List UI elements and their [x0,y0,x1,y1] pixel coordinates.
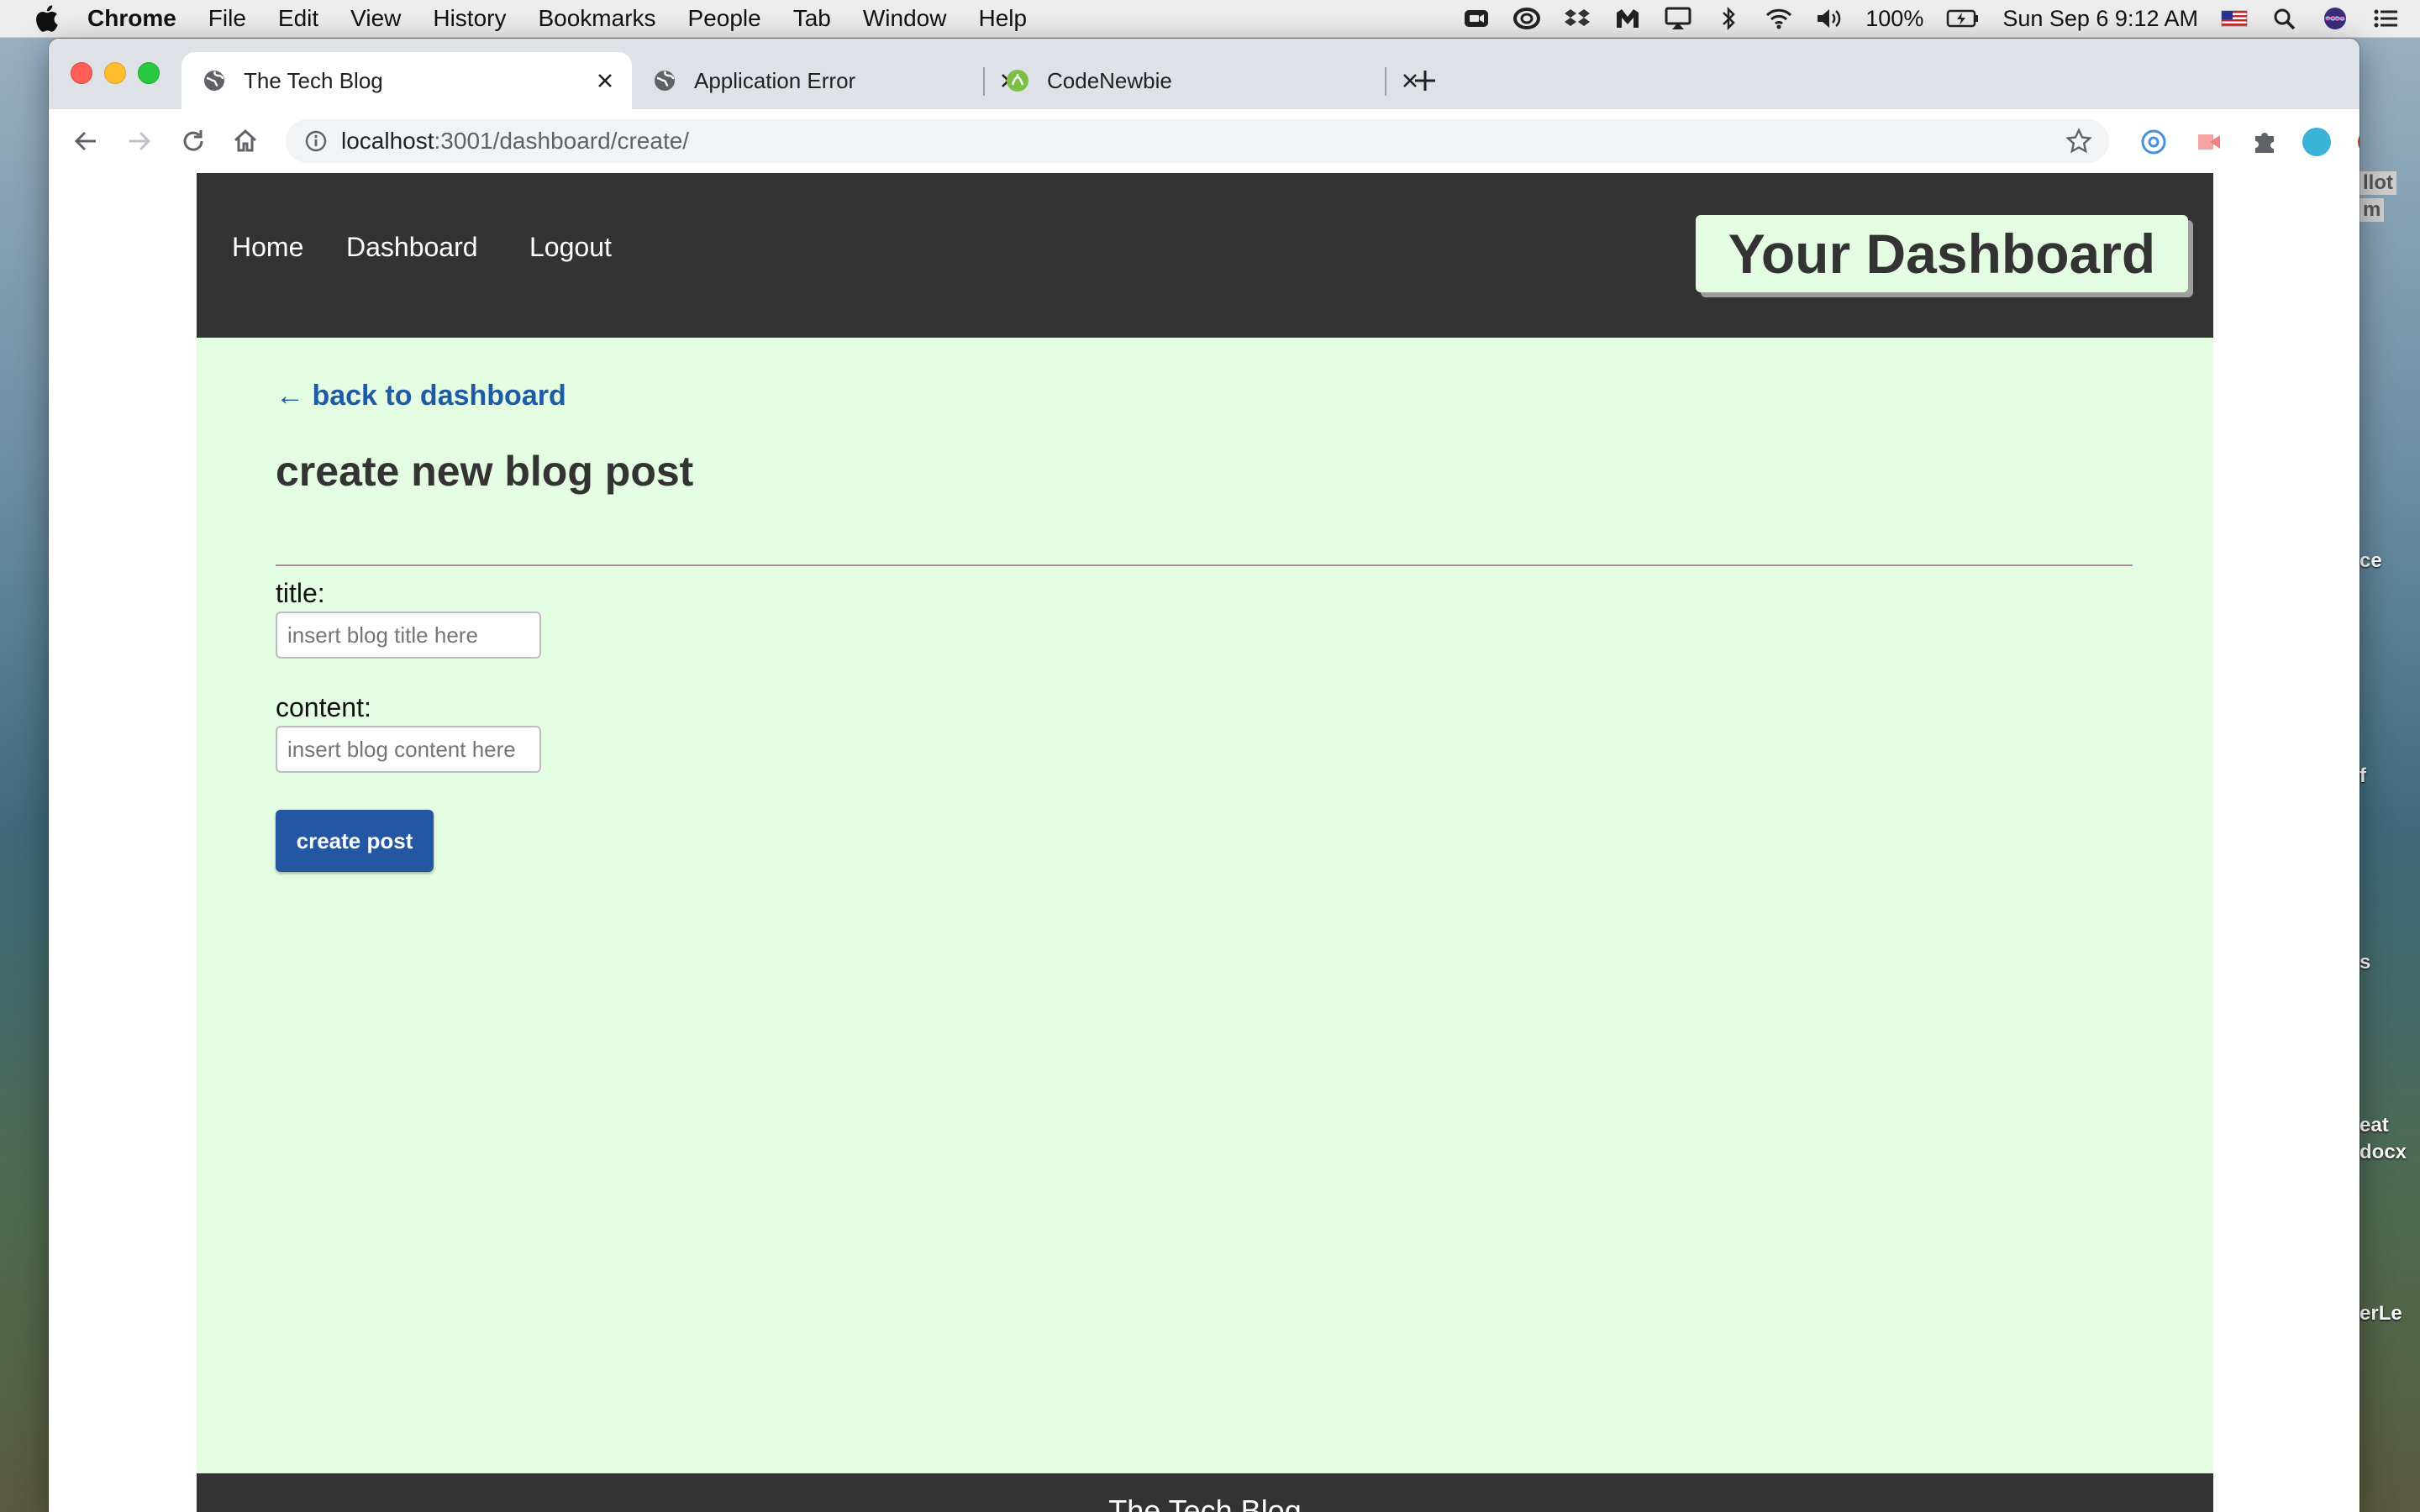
menu-window[interactable]: Window [863,5,947,32]
nav-dashboard-link[interactable]: Dashboard [346,232,478,263]
desktop-file-label[interactable]: llot [2360,171,2396,195]
address-bar[interactable]: localhost:3001/dashboard/create/ [286,119,2109,163]
airplay-icon[interactable] [1664,6,1692,31]
battery-percent: 100% [1865,5,1924,31]
us-flag-icon[interactable] [2220,6,2249,31]
desktop-file-label[interactable]: ce [2360,549,2382,573]
back-to-dashboard-link[interactable]: ← back to dashboard [276,380,566,412]
nav-home-link[interactable]: Home [232,232,303,263]
battery-icon[interactable] [1945,6,1981,31]
extension-search-icon[interactable] [2138,126,2170,158]
page-viewport: Home Dashboard Logout Your Dashboard ← b… [49,173,2360,1512]
url-host: localhost [341,128,434,154]
desktop-file-label[interactable]: erLe [2360,1302,2402,1326]
codenewbie-icon [1007,70,1028,92]
content-input[interactable] [276,726,541,773]
menu-edit[interactable]: Edit [278,5,318,32]
macos-menu-bar: Chrome File Edit View History Bookmarks … [0,0,2420,38]
malwarebytes-icon[interactable] [1613,6,1642,31]
spotlight-search-icon[interactable] [2270,6,2299,31]
menu-people[interactable]: People [688,5,761,32]
desktop-file-label[interactable]: m [2360,198,2385,222]
menu-view[interactable]: View [350,5,401,32]
bookmark-star-icon[interactable] [2065,128,2092,155]
desktop-file-label[interactable]: eat [2360,1114,2389,1137]
site-header: Home Dashboard Logout Your Dashboard [197,173,2213,338]
menu-tab[interactable]: Tab [793,5,831,32]
zoom-window-button[interactable] [138,62,160,84]
reload-icon[interactable] [178,126,208,156]
home-icon[interactable] [230,126,260,156]
title-label: title: [276,578,325,608]
close-tab-icon[interactable] [595,71,615,91]
desktop-file-label[interactable]: docx [2360,1141,2407,1164]
browser-toolbar: localhost:3001/dashboard/create/ [49,109,2360,174]
siri-icon[interactable] [2321,6,2349,31]
tab-separator [1385,67,1386,96]
tab-title: Application Error [694,67,856,93]
content-label: content: [276,692,371,722]
url-path: :3001/dashboard/create/ [434,128,690,154]
site-footer: The Tech Blog [197,1473,2213,1512]
site-info-icon[interactable] [304,129,328,153]
create-post-button[interactable]: create post [276,810,434,872]
menu-help[interactable]: Help [978,5,1027,32]
create-post-heading: create new blog post [276,448,694,495]
extension-screencast-icon[interactable] [2193,126,2225,158]
globe-icon [655,71,675,91]
update-upload-icon[interactable] [2354,126,2360,158]
tab-application-error[interactable]: Application Error [632,52,1035,109]
new-tab-plus-icon[interactable] [1410,66,1440,96]
footer-text: The Tech Blog [1108,1494,1302,1512]
menu-history[interactable]: History [433,5,506,32]
tab-codenewbie[interactable]: CodeNewbie [985,52,1437,109]
bluetooth-icon[interactable] [1714,6,1743,31]
tab-title: CodeNewbie [1047,67,1172,93]
back-arrow-icon[interactable] [71,126,101,156]
menu-bookmarks[interactable]: Bookmarks [538,5,655,32]
menu-file[interactable]: File [208,5,246,32]
tab-the-tech-blog[interactable]: The Tech Blog [182,52,632,109]
notification-center-icon[interactable] [2371,6,2400,31]
globe-icon [204,71,224,91]
menu-app-name[interactable]: Chrome [87,5,176,32]
zoom-icon[interactable] [1462,6,1491,31]
title-input[interactable] [276,612,541,659]
nav-logout-link[interactable]: Logout [529,232,612,263]
extensions-puzzle-icon[interactable] [2249,126,2281,158]
creative-cloud-icon[interactable] [1512,6,1541,31]
dashboard-title-box: Your Dashboard [1696,215,2188,292]
page-title: Your Dashboard [1728,223,2156,285]
profile-avatar-icon[interactable] [2301,126,2333,158]
apple-icon[interactable] [34,4,59,33]
tab-strip: The Tech Blog Application Error CodeNewb… [49,39,2360,109]
minimize-window-button[interactable] [104,62,126,84]
dropbox-icon[interactable] [1563,6,1591,31]
url-text[interactable]: localhost:3001/dashboard/create/ [341,128,689,155]
site-container: Home Dashboard Logout Your Dashboard ← b… [197,173,2213,1512]
clock[interactable]: Sun Sep 6 9:12 AM [2002,6,2198,32]
close-window-button[interactable] [71,62,92,84]
tab-title: The Tech Blog [244,67,383,93]
desktop-file-label[interactable]: s [2360,951,2370,974]
heading-divider [276,564,2133,566]
wifi-icon[interactable] [1765,6,1793,31]
volume-icon[interactable] [1815,6,1844,31]
forward-arrow-icon[interactable] [124,126,155,156]
desktop-file-label[interactable]: f [2360,764,2366,788]
browser-window: The Tech Blog Application Error CodeNewb… [49,39,2360,1512]
